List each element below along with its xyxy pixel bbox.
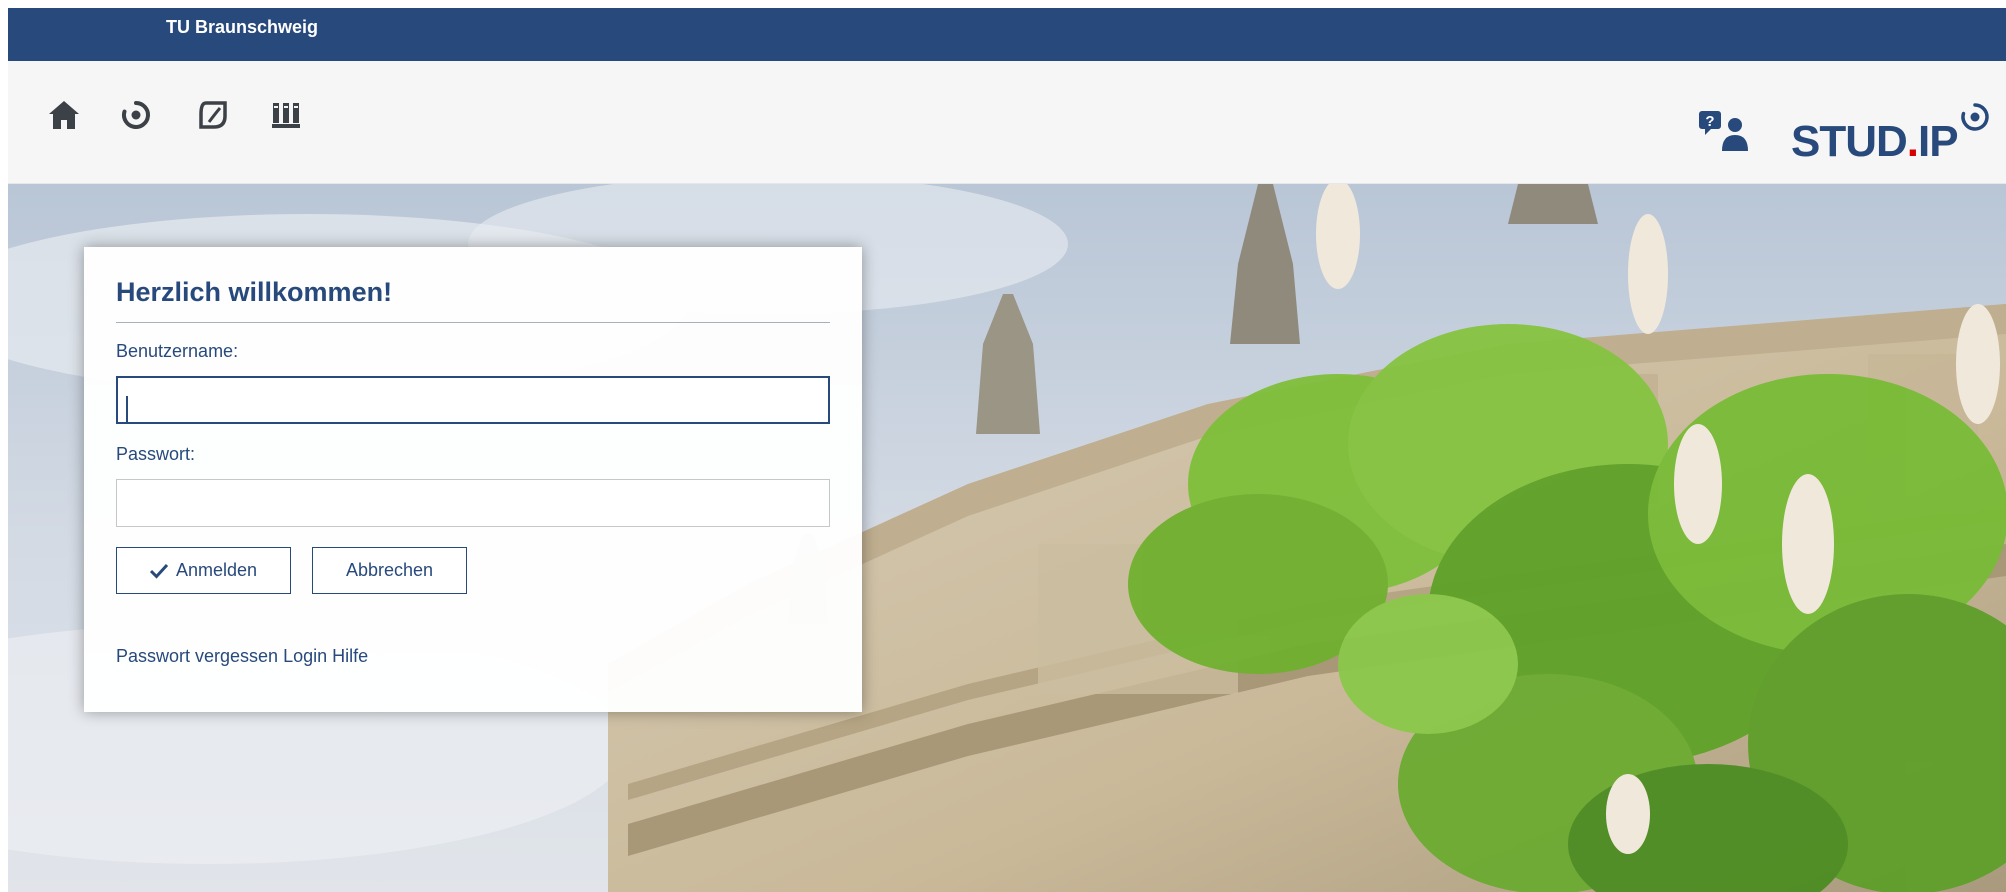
help-icon[interactable]: ? — [1695, 107, 1751, 159]
login-page: TU Braunschweig ? STUD.IP Herzlich willk… — [0, 0, 2006, 892]
top-bar: TU Braunschweig — [8, 8, 2006, 61]
login-button-label: Anmelden — [175, 560, 258, 580]
logo-dot: . — [1906, 117, 1919, 166]
library-icon[interactable] — [264, 93, 308, 137]
home-icon[interactable] — [42, 93, 86, 137]
svg-text:?: ? — [1705, 113, 1714, 130]
login-help-link[interactable]: Login Hilfe — [283, 646, 368, 666]
cancel-button-label: Abbrechen — [345, 560, 434, 580]
username-input[interactable] — [116, 376, 830, 424]
courses-icon[interactable] — [191, 93, 235, 137]
login-title: Herzlich willkommen! — [116, 277, 830, 323]
text-cursor — [126, 396, 128, 422]
password-label: Passwort: — [116, 444, 196, 464]
logo-text: STUD.IP — [1791, 117, 1959, 167]
logo-mark-icon — [1961, 103, 1989, 131]
logo-suffix: IP — [1918, 117, 1959, 166]
institution-name: TU Braunschweig — [166, 17, 319, 37]
login-button[interactable]: Anmelden — [116, 547, 291, 594]
login-links: Passwort vergessen Login Hilfe — [116, 646, 830, 667]
main-navigation: ? STUD.IP — [8, 61, 2006, 184]
password-input[interactable] — [116, 479, 830, 527]
cancel-button[interactable]: Abbrechen — [312, 547, 467, 594]
studip-logo[interactable]: STUD.IP — [1791, 101, 1991, 171]
profile-icon[interactable] — [114, 93, 158, 137]
forgot-password-link[interactable]: Passwort vergessen — [116, 646, 278, 666]
button-row: Anmelden Abbrechen — [116, 547, 830, 594]
checkmark-icon — [149, 563, 168, 579]
logo-prefix: STUD — [1791, 117, 1908, 166]
username-label: Benutzername: — [116, 341, 239, 361]
login-box: Herzlich willkommen! Benutzername: Passw… — [84, 247, 862, 712]
